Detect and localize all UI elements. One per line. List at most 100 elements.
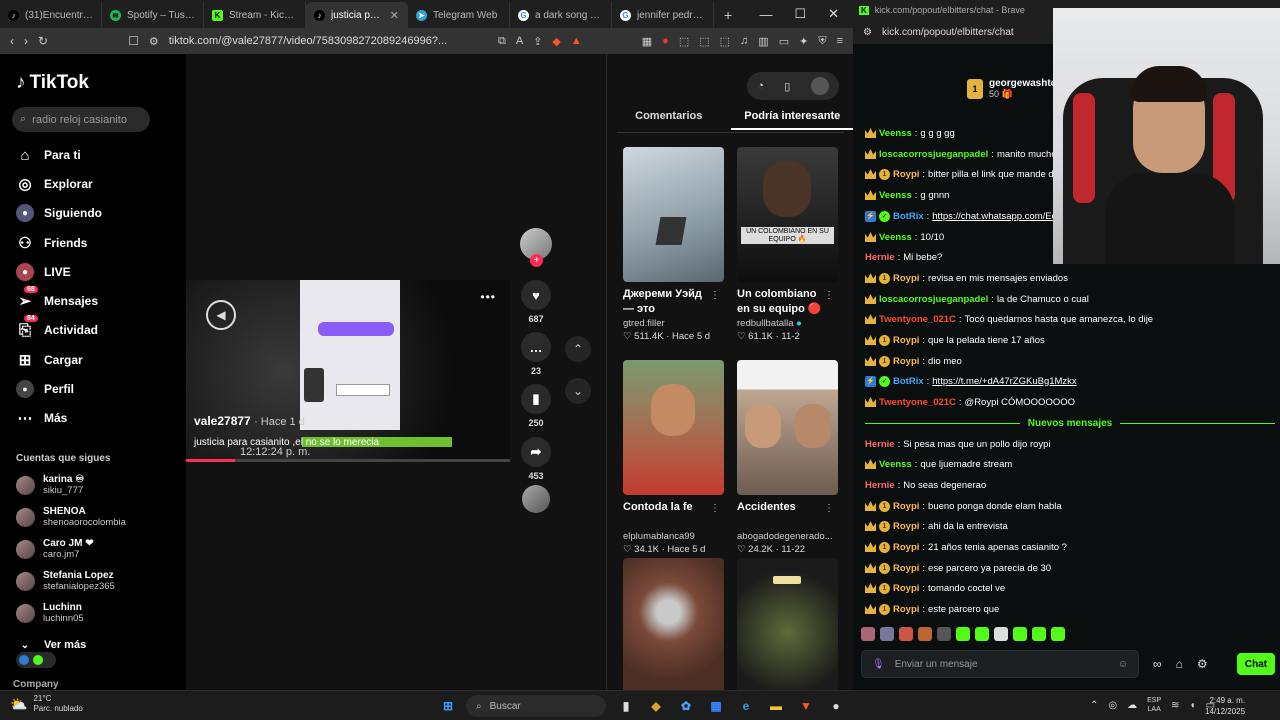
leo-icon[interactable]: ✦ [799,35,808,48]
card-more-icon[interactable]: ⋮ [824,290,834,301]
cloud-icon[interactable]: ☁ [1127,700,1137,711]
nav-item-friends[interactable]: ⚇ Friends [16,234,87,252]
comment-button[interactable]: … 23 [520,332,552,376]
chat-username[interactable]: Roypi [893,521,919,532]
task-view-icon[interactable]: ▮ [616,696,636,716]
emote[interactable] [1013,627,1027,641]
browser-tab[interactable]: K Stream - Kick D [204,2,306,28]
reload-icon[interactable]: ↻ [38,34,48,48]
nav-item-mensajes[interactable]: ➢ 68 Mensajes [16,286,98,310]
emoji-icon[interactable]: ☺ [1118,659,1128,670]
browser-tab-active[interactable]: ♪justicia para ca✕ [306,2,408,28]
chat-username[interactable]: Veenss [879,190,912,201]
nav-item-actividad[interactable]: ⎘ 84 Actividad [16,315,98,339]
app-icon[interactable]: ✿ [676,696,696,716]
emote[interactable] [899,627,913,641]
browser-tab[interactable]: ➤ Telegram Web [408,2,510,28]
chat-username[interactable]: loscacorrosjueganpadel [879,294,988,305]
browser-tab[interactable]: Gjennifer pedraza - E [612,2,714,28]
save-button[interactable]: ▮ 250 [520,384,552,428]
store-icon[interactable]: ▦ [706,696,726,716]
company-link[interactable]: Company [13,679,59,690]
nav-item-perfil[interactable]: ● Perfil [16,380,74,398]
chat-username[interactable]: Hernie [865,439,895,450]
wallet-icon[interactable]: ▭ [779,35,789,48]
music-disc-avatar[interactable] [522,485,550,513]
tiktok-logo[interactable]: ♪ TikTok [16,72,89,94]
weather-widget[interactable]: ⛅ 21°C Parc. nublado [10,694,83,714]
kick-url[interactable]: kick.com/popout/elbitters/chat [882,27,1014,38]
music-icon[interactable]: ♫ [740,35,748,47]
share-button[interactable]: ➦ 453 [520,437,552,481]
start-button[interactable]: ⊞ [438,696,458,716]
emote[interactable] [1051,627,1065,641]
app-tray-icon[interactable]: ◎ [1108,700,1117,711]
chat-username[interactable]: BotRix [893,211,924,222]
nav-item-explorar[interactable]: ◎ Explorar [16,175,92,193]
send-chat-button[interactable]: Chat [1237,653,1275,675]
previous-video-button[interactable]: ⌃ [565,336,591,362]
emote[interactable] [937,627,951,641]
emote[interactable] [861,627,875,641]
device-icon[interactable]: ▯ [784,80,790,93]
chat-link[interactable]: https://t.me/+dA47rZGKuBg1Mzkx [932,376,1076,387]
close-window-icon[interactable]: ✕ [828,6,839,22]
link-icon[interactable]: ∞ [1153,657,1162,671]
chat-username[interactable]: Veenss [879,459,912,470]
store-icon[interactable]: ⌂ [1176,657,1183,671]
chat-username[interactable]: Roypi [893,501,919,512]
vpn-icon[interactable]: ⛨ [818,35,826,48]
browser-tab[interactable]: Ga dark song - Busc [510,2,612,28]
video-card[interactable]: Accidentes abogadodegenerado... ♡ 24.2K … [737,360,838,555]
chat-username[interactable]: BotRix [893,376,924,387]
chat-username[interactable]: Twentyone_021C [879,314,956,325]
extension-badge[interactable] [16,652,56,668]
extension-icon[interactable]: ⬚ [679,35,689,48]
chat-username[interactable]: Roypi [893,169,919,180]
search-input[interactable]: ⌕ radio reloj casianito [12,107,150,132]
taskbar-search[interactable]: ⌕ Buscar [466,695,606,717]
card-more-icon[interactable]: ⋮ [710,503,720,514]
maximize-icon[interactable]: ☐ [794,6,806,22]
volume-icon[interactable]: ◖ [1190,700,1196,711]
emote[interactable] [994,627,1008,641]
new-messages-divider[interactable]: Nuevos mensajes [865,415,1275,431]
emote[interactable] [918,627,932,641]
card-more-icon[interactable]: ⋮ [824,503,834,514]
bookmark-icon[interactable]: ☐ [128,34,139,48]
emote[interactable] [1032,627,1046,641]
nav-item-para-ti[interactable]: ⌂ Para ti [16,146,80,164]
new-tab-button[interactable]: + [714,2,742,28]
mute-icon[interactable]: ◀ [206,300,236,330]
extension-icon[interactable]: ⬚ [720,35,730,48]
nav-item-siguiendo[interactable]: ● Siguiendo [16,204,102,222]
following-account[interactable]: Caro JM ❤ caro.jm7 [16,538,94,560]
following-account[interactable]: SHENOA shenoaorocolombia [16,506,126,528]
author-avatar[interactable]: + [520,228,552,267]
chat-username[interactable]: Roypi [893,542,919,553]
following-account[interactable]: karina ♾ sikiu_777 [16,474,84,496]
reader-icon[interactable]: ⧉ [498,35,506,48]
chat-link[interactable]: https://chat.whatsapp.com/Ec8 [932,211,1061,222]
extension-icon[interactable]: ⬚ [699,35,709,48]
brave-shield-icon[interactable]: ◆ [552,35,560,48]
chevron-up-icon[interactable]: ⌃ [1090,700,1098,711]
chat-input[interactable]: 🎙 Enviar un mensaje ☺ [861,650,1139,678]
nav-item-live[interactable]: ● LIVE [16,263,71,281]
settings-icon[interactable]: ⚙ [1197,657,1208,671]
chat-username[interactable]: Roypi [893,563,919,574]
video-author[interactable]: vale27877 · Hace 1 d [194,414,305,428]
extension-icon[interactable]: ● [662,35,669,47]
clock[interactable]: 2:49 a. m. 14/12/2025 [1205,695,1245,717]
autoscroll-icon[interactable]: ◔ [757,80,764,92]
close-tab-icon[interactable]: ✕ [390,9,399,22]
chat-username[interactable]: Hernie [865,480,895,491]
video-card[interactable] [737,558,838,690]
site-info-icon[interactable]: ⚙ [863,27,872,38]
wifi-icon[interactable]: ≋ [1171,700,1179,711]
url-input[interactable]: tiktok.com/@vale27877/video/758309827208… [169,35,488,47]
video-player[interactable]: ◀ ••• vale27877 · Hace 1 d justicia para… [186,280,510,462]
chat-username[interactable]: Twentyone_021C [879,397,956,408]
video-progress-bar[interactable] [186,459,510,462]
back-icon[interactable]: ‹ [10,34,14,48]
